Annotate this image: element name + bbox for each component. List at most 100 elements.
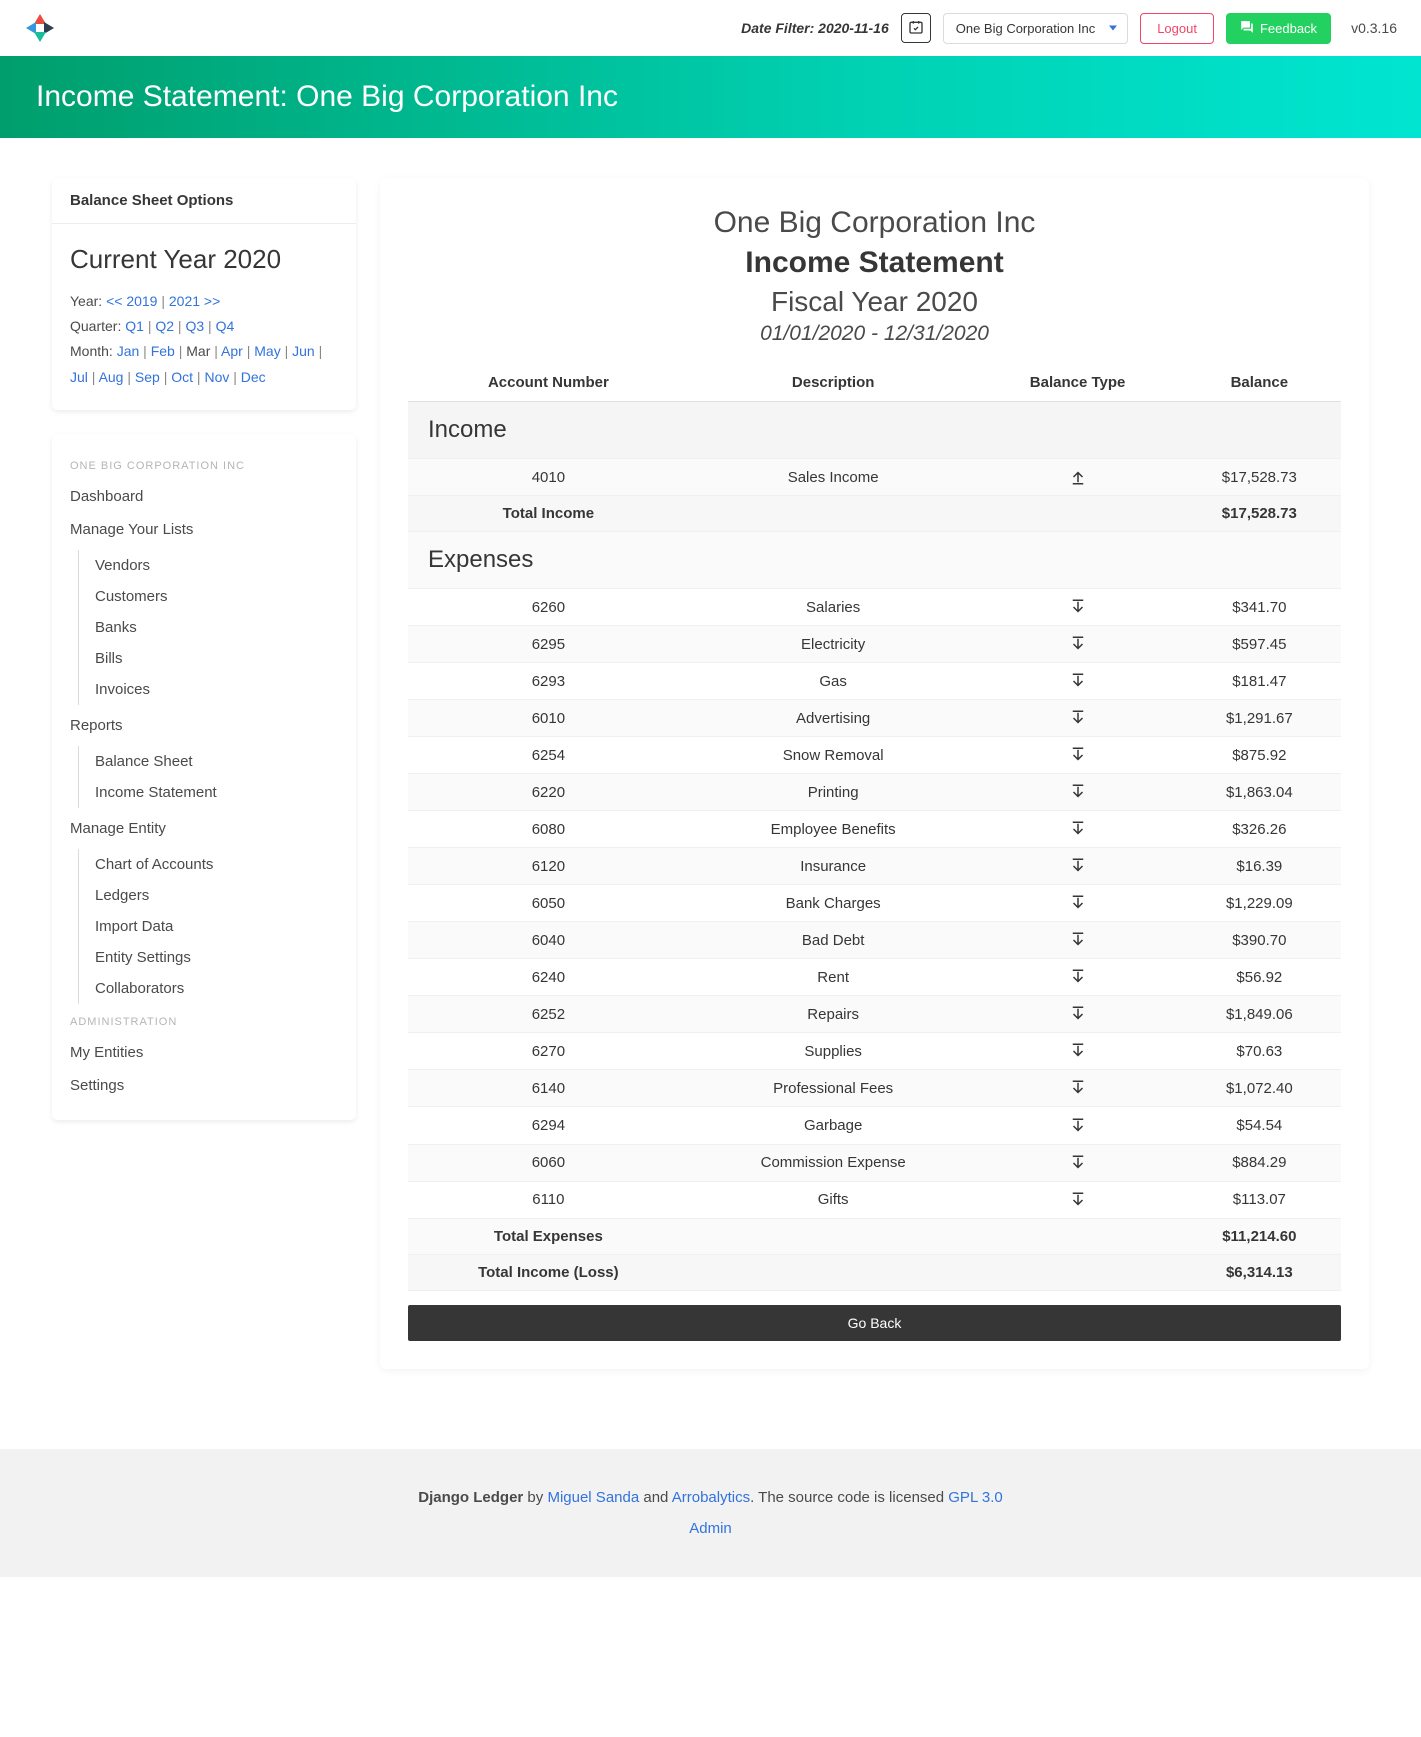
nav-reports[interactable]: Reports xyxy=(52,709,356,742)
quarter-link-q3[interactable]: Q3 xyxy=(185,318,204,334)
month-link-jul[interactable]: Jul xyxy=(70,369,88,385)
month-link-oct[interactable]: Oct xyxy=(171,369,193,385)
report-fiscal: Fiscal Year 2020 xyxy=(408,286,1341,318)
nav-my-entities[interactable]: My Entities xyxy=(52,1036,356,1069)
next-year-link[interactable]: 2021 >> xyxy=(169,293,220,309)
footer-product: Django Ledger xyxy=(418,1489,523,1506)
table-row: 6040Bad Debt$390.70 xyxy=(408,922,1341,959)
month-link-sep[interactable]: Sep xyxy=(135,369,160,385)
table-row: 6060Commission Expense$884.29 xyxy=(408,1144,1341,1181)
options-header: Balance Sheet Options xyxy=(52,178,356,224)
nav-report-income-statement[interactable]: Income Statement xyxy=(79,777,356,808)
nav-dashboard[interactable]: Dashboard xyxy=(52,480,356,513)
footer-license-link[interactable]: GPL 3.0 xyxy=(948,1489,1002,1506)
arrow-down-icon xyxy=(1069,820,1087,837)
quarter-link-q2[interactable]: Q2 xyxy=(155,318,174,334)
month-filter-row: Month: Jan | Feb | Mar | Apr | May | Jun… xyxy=(70,339,338,389)
nav-manage-entity[interactable]: Manage Entity xyxy=(52,812,356,845)
report-panel: One Big Corporation Inc Income Statement… xyxy=(380,178,1369,1369)
nav-list-bills[interactable]: Bills xyxy=(79,643,356,674)
topbar: Date Filter: 2020-11-16 One Big Corporat… xyxy=(0,0,1421,56)
prev-year-link[interactable]: << 2019 xyxy=(106,293,157,309)
date-filter-label: Date Filter: 2020-11-16 xyxy=(741,20,889,36)
month-link-may[interactable]: May xyxy=(254,343,280,359)
date-picker-button[interactable] xyxy=(901,13,931,43)
table-row: 6254Snow Removal$875.92 xyxy=(408,737,1341,774)
nav-section-entity: ONE BIG CORPORATION INC xyxy=(52,452,356,480)
nav-entity-entity-settings[interactable]: Entity Settings xyxy=(79,942,356,973)
month-link-nov[interactable]: Nov xyxy=(204,369,229,385)
table-row: 6080Employee Benefits$326.26 xyxy=(408,811,1341,848)
page-title: Income Statement: One Big Corporation In… xyxy=(36,80,1385,114)
col-account: Account Number xyxy=(408,364,689,402)
nav-list-vendors[interactable]: Vendors xyxy=(79,550,356,581)
col-description: Description xyxy=(689,364,978,402)
quarter-link-q1[interactable]: Q1 xyxy=(125,318,144,334)
table-row: 6110Gifts$113.07 xyxy=(408,1181,1341,1218)
table-row: 6050Bank Charges$1,229.09 xyxy=(408,885,1341,922)
month-link-feb[interactable]: Feb xyxy=(151,343,175,359)
calendar-check-icon xyxy=(908,19,924,38)
table-row: 6293Gas$181.47 xyxy=(408,663,1341,700)
nav-manage-lists[interactable]: Manage Your Lists xyxy=(52,513,356,546)
nav-list-banks[interactable]: Banks xyxy=(79,612,356,643)
section-expenses: Expenses xyxy=(408,532,1341,589)
feedback-button[interactable]: Feedback xyxy=(1226,13,1331,44)
table-row: 6294Garbage$54.54 xyxy=(408,1107,1341,1144)
nav-list-customers[interactable]: Customers xyxy=(79,581,356,612)
nav-entity-import-data[interactable]: Import Data xyxy=(79,911,356,942)
arrow-down-icon xyxy=(1069,1154,1087,1171)
go-back-button[interactable]: Go Back xyxy=(408,1305,1341,1341)
version-label: v0.3.16 xyxy=(1351,20,1397,36)
table-row: 6010Advertising$1,291.67 xyxy=(408,700,1341,737)
hero-banner: Income Statement: One Big Corporation In… xyxy=(0,56,1421,138)
entity-select-value: One Big Corporation Inc xyxy=(956,21,1095,36)
arrow-down-icon xyxy=(1069,1005,1087,1022)
year-filter-row: Year: << 2019 | 2021 >> xyxy=(70,289,338,314)
col-balance: Balance xyxy=(1178,364,1341,402)
options-card: Balance Sheet Options Current Year 2020 … xyxy=(52,178,356,410)
logout-button[interactable]: Logout xyxy=(1140,13,1214,44)
total-row: Total Income$17,528.73 xyxy=(408,496,1341,532)
report-company: One Big Corporation Inc xyxy=(408,206,1341,240)
arrow-down-icon xyxy=(1069,672,1087,689)
month-link-dec[interactable]: Dec xyxy=(241,369,266,385)
total-row: Total Income (Loss)$6,314.13 xyxy=(408,1254,1341,1290)
comment-icon xyxy=(1240,20,1254,37)
report-title: Income Statement xyxy=(408,246,1341,280)
arrow-up-icon xyxy=(1069,468,1087,485)
current-year-title: Current Year 2020 xyxy=(70,244,338,275)
arrow-down-icon xyxy=(1069,1116,1087,1133)
nav-settings[interactable]: Settings xyxy=(52,1069,356,1102)
quarter-filter-row: Quarter: Q1 | Q2 | Q3 | Q4 xyxy=(70,314,338,339)
report-range: 01/01/2020 - 12/31/2020 xyxy=(408,322,1341,346)
footer-company-link[interactable]: Arrobalytics xyxy=(672,1489,750,1506)
table-row: 6240Rent$56.92 xyxy=(408,959,1341,996)
app-logo xyxy=(24,12,56,44)
nav-entity-collaborators[interactable]: Collaborators xyxy=(79,973,356,1004)
arrow-down-icon xyxy=(1069,598,1087,615)
nav-report-balance-sheet[interactable]: Balance Sheet xyxy=(79,746,356,777)
arrow-down-icon xyxy=(1069,1042,1087,1059)
month-link-apr[interactable]: Apr xyxy=(221,343,243,359)
arrow-down-icon xyxy=(1069,635,1087,652)
col-balance-type: Balance Type xyxy=(978,364,1178,402)
arrow-down-icon xyxy=(1069,857,1087,874)
arrow-down-icon xyxy=(1069,1191,1087,1208)
table-row: 6260Salaries$341.70 xyxy=(408,589,1341,626)
footer-author-link[interactable]: Miguel Sanda xyxy=(547,1489,639,1506)
arrow-down-icon xyxy=(1069,931,1087,948)
month-link-aug[interactable]: Aug xyxy=(99,369,124,385)
quarter-link-q4[interactable]: Q4 xyxy=(216,318,235,334)
entity-select[interactable]: One Big Corporation Inc xyxy=(943,13,1128,44)
month-link-jan[interactable]: Jan xyxy=(117,343,140,359)
footer-admin-link[interactable]: Admin xyxy=(689,1520,732,1537)
nav-list-invoices[interactable]: Invoices xyxy=(79,674,356,705)
feedback-label: Feedback xyxy=(1260,21,1317,36)
month-link-jun[interactable]: Jun xyxy=(292,343,315,359)
sidebar-nav: ONE BIG CORPORATION INC Dashboard Manage… xyxy=(52,434,356,1120)
table-row: 6220Printing$1,863.04 xyxy=(408,774,1341,811)
month-current: Mar xyxy=(186,343,210,359)
nav-entity-ledgers[interactable]: Ledgers xyxy=(79,880,356,911)
nav-entity-chart-of-accounts[interactable]: Chart of Accounts xyxy=(79,849,356,880)
